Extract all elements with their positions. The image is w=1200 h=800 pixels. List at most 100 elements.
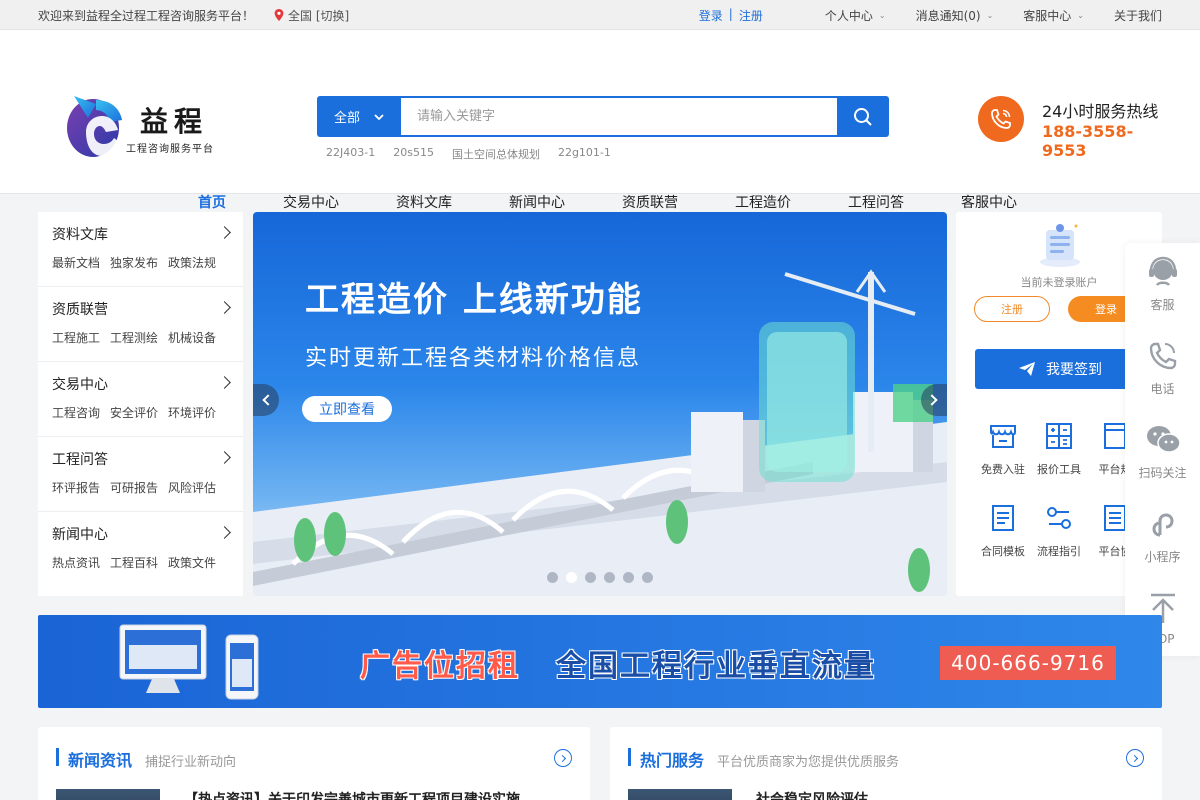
panel-register-button[interactable]: 注册 [974, 296, 1050, 322]
chevron-down-icon: ⌄ [1077, 10, 1084, 20]
chevron-down-icon: ⌄ [878, 10, 886, 20]
menu-notifications[interactable]: 消息通知(0) ⌄ [916, 7, 994, 24]
float-phone[interactable]: 电话 [1125, 339, 1200, 397]
site-logo[interactable]: 益程 工程咨询服务平台 [66, 92, 226, 160]
section-subtitle: 捕捉行业新动向 [145, 755, 237, 770]
chevron-right-icon [558, 754, 566, 762]
hot-keywords: 22J403-1 20s515 国土空间总体规划 22g101-1 [326, 146, 611, 162]
menu-label: 客服中心 [1023, 8, 1072, 23]
category-title: 资料文库 [52, 227, 108, 243]
news-headline[interactable]: 【热点资讯】关于印发完善城市更新工程项目建设实施... [184, 789, 536, 800]
location-label: 全国 [切换] [288, 8, 350, 23]
category-group[interactable]: 资料文库 最新文档 独家发布 政策法规 [38, 212, 243, 287]
carousel-dot-active[interactable] [566, 572, 577, 583]
welcome-text: 欢迎来到益程全过程工程咨询服务平台！ [38, 8, 255, 23]
logo-subtitle: 工程咨询服务平台 [126, 144, 214, 155]
site-header: 益程 工程咨询服务平台 全部 22J403-1 20s515 国土空间总体规划 … [0, 30, 1200, 224]
tool-free-join[interactable]: 免费入驻 [975, 420, 1031, 477]
category-group[interactable]: 交易中心 工程咨询 安全评价 环境评价 [38, 362, 243, 437]
services-section: 热门服务 平台优质商家为您提供优质服务 社会稳定风险评估 [610, 727, 1162, 800]
category-group[interactable]: 资质联营 工程施工 工程测绘 机械设备 [38, 287, 243, 362]
carousel-dot[interactable] [604, 572, 615, 583]
section-more-button[interactable] [1126, 749, 1144, 767]
tool-label: 报价工具 [1037, 463, 1081, 476]
ad-text-primary: 广告位招租 [360, 649, 520, 684]
tool-quote[interactable]: 报价工具 [1031, 420, 1087, 477]
carousel-dot[interactable] [585, 572, 596, 583]
carousel-dot[interactable] [623, 572, 634, 583]
phone-icon [978, 96, 1024, 142]
signin-label: 我要签到 [1046, 362, 1102, 378]
hot-keyword[interactable]: 22g101-1 [558, 146, 611, 162]
category-link[interactable]: 热点资讯 [52, 554, 100, 571]
float-customer-service[interactable]: 客服 [1125, 255, 1200, 313]
float-label: 电话 [1150, 382, 1175, 396]
service-headline[interactable]: 社会稳定风险评估 [756, 789, 868, 800]
category-link[interactable]: 工程咨询 [52, 404, 100, 421]
category-link[interactable]: 工程施工 [52, 329, 100, 346]
section-more-button[interactable] [554, 749, 572, 767]
menu-label: 关于我们 [1113, 8, 1162, 23]
float-label: 客服 [1150, 298, 1175, 312]
category-link[interactable]: 工程测绘 [110, 329, 158, 346]
search-button[interactable] [837, 96, 889, 137]
search-input[interactable] [401, 96, 837, 137]
tool-process-guide[interactable]: 流程指引 [1031, 502, 1087, 559]
chevron-down-icon [374, 113, 384, 120]
category-link[interactable]: 环评报告 [52, 479, 100, 496]
news-thumbnail[interactable] [56, 789, 160, 800]
tool-label: 免费入驻 [981, 463, 1025, 476]
category-group[interactable]: 新闻中心 热点资讯 工程百科 政策文件 [38, 512, 243, 587]
process-flow-icon [1047, 507, 1071, 529]
category-link[interactable]: 政策法规 [168, 254, 216, 271]
section-accent [628, 748, 631, 766]
search-category-select[interactable]: 全部 [317, 96, 401, 137]
menu-label: 个人中心 [824, 8, 873, 23]
hot-keyword[interactable]: 国土空间总体规划 [452, 146, 540, 162]
category-link[interactable]: 独家发布 [110, 254, 158, 271]
login-link[interactable]: 登录 [699, 7, 723, 24]
carousel-dot[interactable] [642, 572, 653, 583]
menu-customer-service[interactable]: 客服中心 ⌄ [1023, 7, 1084, 24]
hot-keyword[interactable]: 22J403-1 [326, 146, 375, 162]
section-title: 热门服务 [640, 751, 705, 770]
section-title: 新闻资讯 [68, 751, 133, 770]
category-link[interactable]: 政策文件 [168, 554, 216, 571]
tool-contract-template[interactable]: 合同模板 [975, 502, 1031, 559]
category-title: 资质联营 [52, 302, 108, 318]
signin-button[interactable]: 我要签到 [975, 349, 1145, 389]
ad-banner[interactable]: 广告位招租 全国工程行业垂直流量 400-666-9716 [38, 615, 1162, 708]
register-link[interactable]: 注册 [739, 7, 763, 24]
float-label: 小程序 [1144, 550, 1181, 564]
chevron-right-icon [1130, 754, 1138, 762]
location-switch[interactable]: 全国 [切换] [274, 7, 349, 24]
category-title: 工程问答 [52, 452, 108, 468]
category-link[interactable]: 最新文档 [52, 254, 100, 271]
logo-mark-icon [67, 96, 122, 157]
hero-carousel[interactable]: 工程造价 上线新功能 实时更新工程各类材料价格信息 立即查看 [253, 212, 947, 596]
category-link[interactable]: 可研报告 [110, 479, 158, 496]
carousel-next-button[interactable] [921, 384, 947, 416]
auth-separator: | [728, 6, 733, 21]
category-link[interactable]: 风险评估 [168, 479, 216, 496]
hot-keyword[interactable]: 20s515 [393, 146, 434, 162]
float-wechat[interactable]: 扫码关注 [1125, 423, 1200, 481]
service-thumbnail[interactable] [628, 789, 732, 800]
category-title: 新闻中心 [52, 527, 108, 543]
category-link[interactable]: 工程百科 [110, 554, 158, 571]
chevron-down-icon: ⌄ [986, 10, 994, 20]
location-pin-icon [274, 9, 284, 21]
menu-personal-center[interactable]: 个人中心 ⌄ [825, 7, 886, 24]
tool-label: 流程指引 [1037, 545, 1081, 558]
category-link[interactable]: 环境评价 [168, 404, 216, 421]
banner-headline: 工程造价 上线新功能 [305, 280, 643, 320]
carousel-dot[interactable] [547, 572, 558, 583]
category-group[interactable]: 工程问答 环评报告 可研报告 风险评估 [38, 437, 243, 512]
banner-cta-button[interactable]: 立即查看 [302, 396, 392, 422]
chevron-left-icon [262, 394, 274, 406]
category-link[interactable]: 安全评价 [110, 404, 158, 421]
float-mini-program[interactable]: 小程序 [1125, 507, 1200, 565]
category-title: 交易中心 [52, 377, 108, 393]
category-link[interactable]: 机械设备 [168, 329, 216, 346]
menu-about-us[interactable]: 关于我们 [1114, 7, 1162, 24]
